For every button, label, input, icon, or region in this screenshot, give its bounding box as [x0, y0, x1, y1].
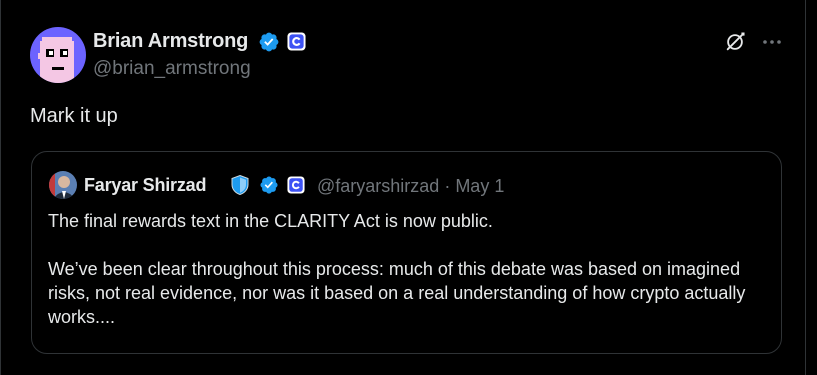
pixel-avatar-icon	[30, 27, 86, 83]
verified-badge-icon	[259, 32, 279, 52]
quoted-author-handle[interactable]: @faryarshirzad	[317, 176, 439, 196]
quoted-date[interactable]: May 1	[455, 176, 504, 196]
coinbase-affiliate-icon[interactable]	[287, 176, 305, 194]
tweet[interactable]: Brian Armstrong @brian_armstrong Mark it…	[1, 0, 805, 375]
meta-separator: ·	[444, 176, 451, 196]
grok-slash-circle-icon[interactable]	[724, 31, 746, 53]
verified-badge-icon	[260, 176, 278, 194]
tweet-text: Mark it up	[30, 105, 118, 127]
quoted-avatar[interactable]	[49, 171, 77, 199]
author-handle[interactable]: @brian_armstrong	[93, 58, 251, 80]
quoted-paragraph: The final rewards text in the CLARITY Ac…	[48, 211, 493, 231]
quoted-tweet-text: The final rewards text in the CLARITY Ac…	[48, 209, 768, 329]
avatar[interactable]	[30, 27, 86, 83]
timeline-border-right	[805, 0, 806, 375]
quoted-paragraph: We’ve been clear throughout this process…	[48, 259, 746, 327]
quoted-author-name[interactable]: Faryar Shirzad	[84, 175, 206, 196]
quoted-tweet[interactable]: Faryar Shirzad @faryarshirzad · May 1 The …	[31, 151, 782, 354]
quoted-meta: @faryarshirzad · May 1	[317, 176, 504, 197]
more-dots-icon[interactable]	[762, 38, 782, 46]
portrait-avatar-icon	[49, 171, 77, 199]
government-shield-icon	[231, 174, 249, 196]
coinbase-affiliate-icon[interactable]	[287, 32, 306, 51]
author-name[interactable]: Brian Armstrong	[93, 30, 248, 53]
